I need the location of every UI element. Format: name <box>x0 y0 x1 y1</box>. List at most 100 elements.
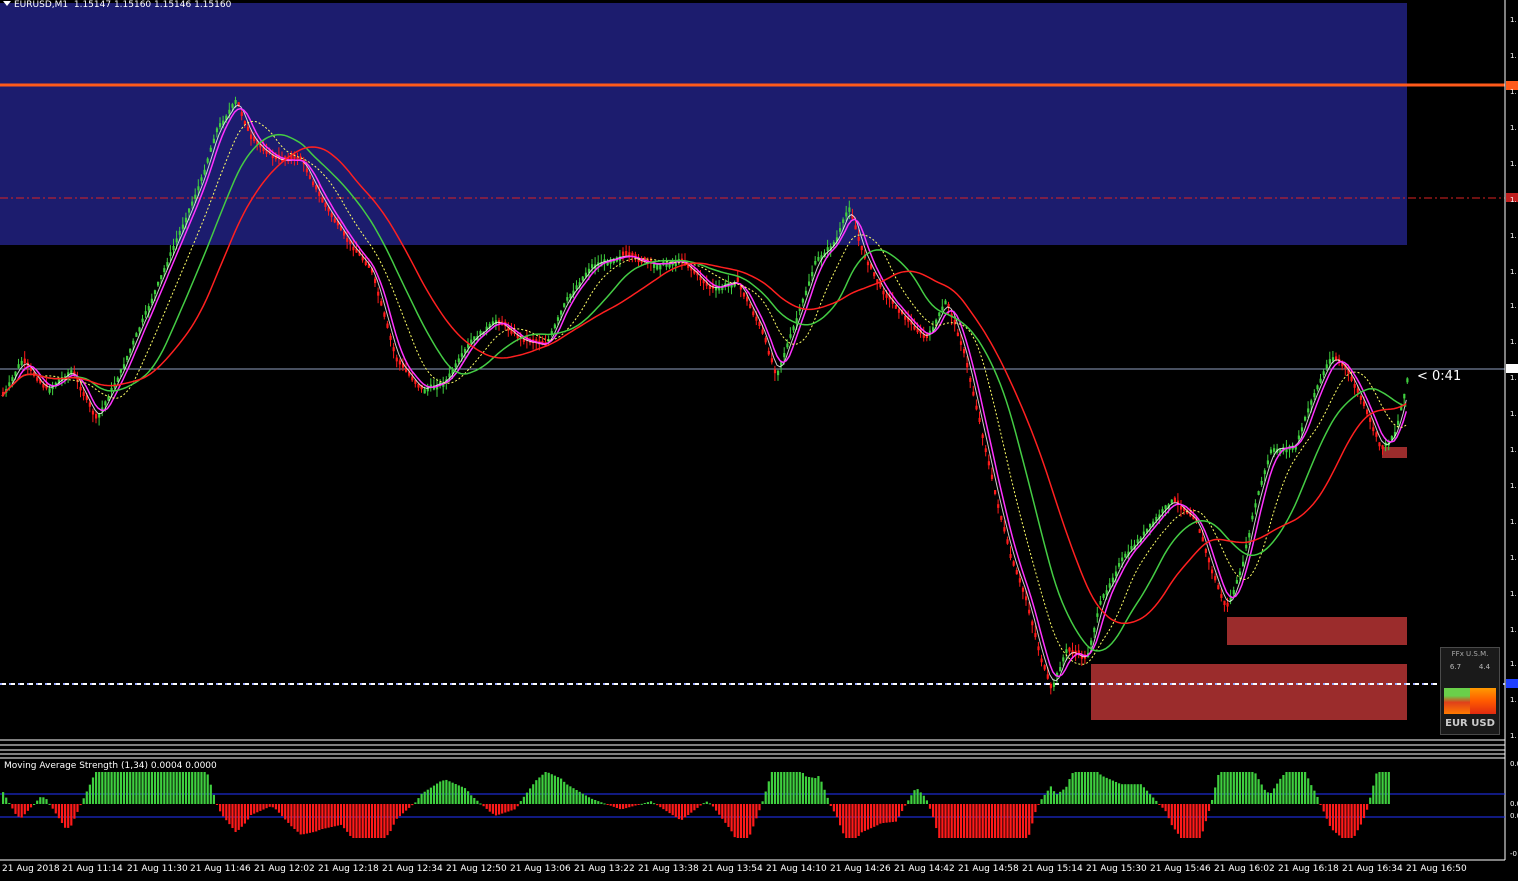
candle-body <box>556 317 560 321</box>
candle-body <box>1220 594 1223 598</box>
histogram-bar <box>60 804 64 823</box>
candle-body <box>228 109 231 114</box>
price-axis-label: 1. <box>1510 482 1517 490</box>
histogram-bar <box>550 774 553 804</box>
price-axis-label: 1. <box>1510 88 1517 96</box>
histogram-bar <box>628 804 631 808</box>
histogram-bar <box>1294 772 1297 804</box>
histogram-bar <box>1012 804 1015 838</box>
candle-body <box>333 218 336 223</box>
histogram-bar <box>1173 804 1176 830</box>
histogram-bar <box>271 804 274 808</box>
histogram-bar <box>749 804 752 835</box>
histogram-bar <box>715 804 718 811</box>
candle-body <box>1372 427 1375 432</box>
candle-body <box>767 350 770 355</box>
candle-body <box>1025 596 1028 601</box>
price-chart[interactable] <box>0 0 1518 881</box>
candle-body <box>1198 529 1201 533</box>
histogram-bar <box>91 777 95 804</box>
histogram-bar <box>194 772 197 804</box>
widget-right-value: 4.4 <box>1478 663 1491 671</box>
histogram-bar <box>107 772 110 804</box>
candle-body <box>380 301 383 306</box>
candle-body <box>1269 449 1273 454</box>
candle-body <box>11 377 14 382</box>
histogram-bar <box>1282 775 1285 804</box>
price-axis-label: 1. <box>1510 124 1517 132</box>
histogram-bar <box>516 804 519 807</box>
histogram-bar <box>932 804 935 818</box>
histogram-bar <box>1347 804 1350 838</box>
histogram-bar <box>876 804 879 826</box>
histogram-bar <box>1065 786 1068 804</box>
histogram-bar <box>835 804 839 818</box>
candle-body <box>1254 503 1257 508</box>
histogram-bar <box>1059 791 1062 804</box>
histogram-bar <box>1251 772 1254 804</box>
histogram-bar <box>975 804 978 838</box>
candle-body <box>206 158 209 163</box>
candle-body <box>1397 420 1400 425</box>
histogram-bar <box>600 802 603 804</box>
candle-body <box>1040 658 1043 663</box>
mt4-chart-window[interactable]: EURUSD,M1 1.15147 1.15160 1.15146 1.1516… <box>0 0 1518 881</box>
histogram-bar <box>532 784 535 804</box>
bid-price-marker <box>1506 364 1518 373</box>
histogram-bar <box>1080 772 1083 804</box>
candle-body <box>1238 571 1242 576</box>
histogram-bar <box>919 792 922 804</box>
candle-body <box>1217 585 1220 590</box>
histogram-bar <box>147 772 150 804</box>
time-axis-label: 21 Aug 16:50 <box>1406 864 1467 874</box>
candle-body <box>1369 417 1372 422</box>
histogram-bar <box>479 803 482 805</box>
candle-body <box>1164 505 1167 509</box>
candle-body <box>845 212 848 217</box>
histogram-bar <box>79 804 82 806</box>
histogram-bar <box>1226 772 1229 804</box>
histogram-bar <box>804 776 808 804</box>
histogram-bar <box>494 804 498 816</box>
candle-body <box>801 298 804 303</box>
histogram-bar <box>649 801 653 804</box>
candle-body <box>250 134 253 139</box>
histogram-bar <box>569 786 572 804</box>
histogram-bar <box>482 804 485 807</box>
time-axis-label: 21 Aug 12:34 <box>382 864 443 874</box>
candle-body <box>91 410 95 415</box>
price-axis-label: 1. <box>1510 554 1517 562</box>
histogram-bar <box>525 792 529 804</box>
candle-body <box>1251 515 1254 520</box>
histogram-bar <box>380 804 383 838</box>
histogram-bar <box>259 804 262 811</box>
candle-body <box>215 128 219 133</box>
histogram-bar <box>705 801 708 804</box>
candle-body <box>172 245 175 250</box>
histogram-bar <box>29 804 33 808</box>
histogram-bar <box>82 798 85 804</box>
histogram-bar <box>777 772 780 804</box>
candle-body <box>736 277 739 282</box>
histogram-bar <box>953 804 956 838</box>
histogram-bar <box>281 804 284 817</box>
histogram-bar <box>64 804 67 828</box>
histogram-bar <box>98 772 101 804</box>
candle-body <box>1260 480 1263 485</box>
candle-body <box>104 401 107 406</box>
histogram-bar <box>1198 804 1201 838</box>
histogram-bar <box>780 772 783 804</box>
time-axis-label: 21 Aug 14:10 <box>766 864 827 874</box>
currency-strength-widget[interactable]: FFx U.S.M. 6.7 4.4 EUR USD <box>1440 647 1500 735</box>
histogram-bar <box>1170 804 1173 826</box>
candle-body <box>1180 505 1183 510</box>
histogram-bar <box>1158 804 1161 805</box>
candle-body <box>138 327 141 332</box>
histogram-bar <box>1207 804 1211 811</box>
histogram-bar <box>1043 794 1046 804</box>
histogram-bar <box>718 804 721 815</box>
chevron-down-icon[interactable] <box>3 1 11 6</box>
candle-body <box>978 417 981 422</box>
candle-body <box>1304 416 1307 421</box>
histogram-bar <box>839 804 842 826</box>
